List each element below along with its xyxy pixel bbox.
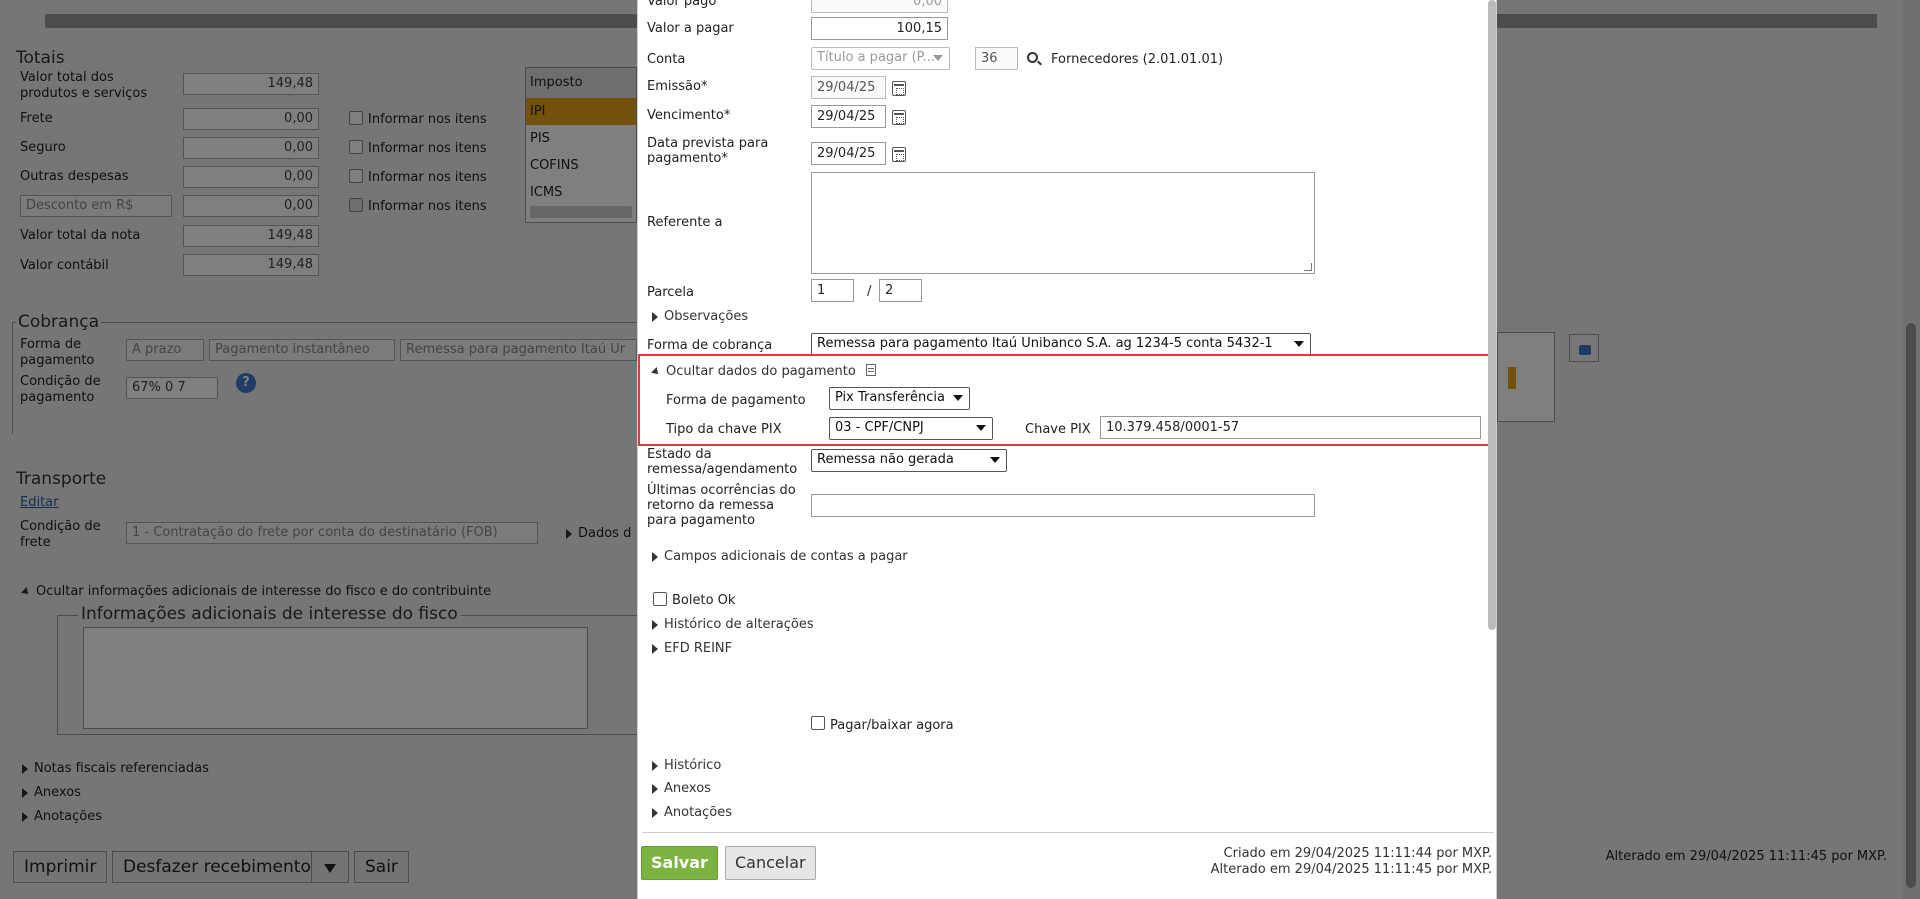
campos-adicionais-label: Campos adicionais de contas a pagar xyxy=(664,549,908,564)
valor-pago-input[interactable]: 0,00 xyxy=(811,0,948,13)
emissao-input[interactable]: 29/04/25 xyxy=(811,76,886,99)
parcela-label: Parcela xyxy=(647,285,695,300)
emissao-label: Emissão* xyxy=(647,79,708,94)
footer-divider xyxy=(642,832,1494,833)
expand-icon xyxy=(652,311,658,322)
chevron-down-icon xyxy=(976,425,986,431)
ultimas-ocorrencias-input[interactable] xyxy=(811,494,1315,517)
referente-textarea[interactable] xyxy=(811,172,1315,274)
search-icon[interactable] xyxy=(1027,52,1038,63)
efd-reinf-label: EFD REINF xyxy=(664,641,733,656)
campos-adicionais-toggle[interactable]: Campos adicionais de contas a pagar xyxy=(652,549,908,564)
valor-pago-label: Valor pago xyxy=(647,0,717,9)
valor-a-pagar-label: Valor a pagar xyxy=(647,21,734,36)
anotacoes-toggle[interactable]: Anotações xyxy=(652,805,732,820)
tipo-chave-select[interactable]: 03 - CPF/CNPJ xyxy=(829,417,993,440)
tipo-chave-label: Tipo da chave PIX xyxy=(666,422,782,437)
pagar-agora-label: Pagar/baixar agora xyxy=(830,718,954,733)
efd-reinf-toggle[interactable]: EFD REINF xyxy=(652,641,732,656)
data-prevista-label: Data prevista para pagamento* xyxy=(647,136,769,166)
collapse-icon xyxy=(651,366,661,377)
chevron-down-icon xyxy=(933,55,943,61)
expand-icon xyxy=(652,619,658,630)
historico-label: Histórico xyxy=(664,758,722,773)
created-audit: Criado em 29/04/2025 11:11:44 por MXP. xyxy=(1223,846,1492,861)
expand-icon xyxy=(652,783,658,794)
observacoes-label: Observações xyxy=(664,309,749,324)
chave-pix-label: Chave PIX xyxy=(1025,422,1091,437)
pagar-agora-checkbox[interactable] xyxy=(811,716,825,730)
historico-alteracoes-toggle[interactable]: Histórico de alterações xyxy=(652,617,814,632)
conta-description: Fornecedores (2.01.01.01) xyxy=(1051,52,1224,67)
historico-toggle[interactable]: Histórico xyxy=(652,758,721,773)
conta-number-input[interactable]: 36 xyxy=(975,47,1018,70)
parcela-total-input[interactable]: 2 xyxy=(879,279,922,302)
ocultar-dados-label: Ocultar dados do pagamento xyxy=(666,364,856,379)
forma-cobranca-value: Remessa para pagamento Itaú Unibanco S.A… xyxy=(817,336,1273,351)
conta-select-value: Título a pagar (P... xyxy=(817,50,935,65)
forma-pagamento-select[interactable]: Pix Transferência xyxy=(829,387,970,410)
calendar-icon[interactable] xyxy=(892,110,906,125)
conta-select[interactable]: Título a pagar (P... xyxy=(811,47,950,70)
estado-remessa-select[interactable]: Remessa não gerada xyxy=(811,449,1007,472)
chave-pix-input[interactable]: 10.379.458/0001-57 xyxy=(1100,416,1481,439)
ultimas-ocorrencias-label: Últimas ocorrências do retorno da remess… xyxy=(647,483,796,528)
boleto-ok-label: Boleto Ok xyxy=(672,593,736,608)
historico-alteracoes-label: Histórico de alterações xyxy=(664,617,814,632)
boleto-ok-checkbox[interactable] xyxy=(653,592,667,606)
forma-pagamento-value: Pix Transferência xyxy=(835,390,945,405)
tipo-chave-value: 03 - CPF/CNPJ xyxy=(835,420,924,435)
parcela-number-input[interactable]: 1 xyxy=(811,279,854,302)
anexos-toggle[interactable]: Anexos xyxy=(652,781,711,796)
payment-modal: Valor pago 0,00 Valor a pagar 100,15 Con… xyxy=(637,0,1497,899)
referente-label: Referente a xyxy=(647,215,723,230)
anexos-label: Anexos xyxy=(664,781,711,796)
estado-remessa-label: Estado da remessa/agendamento xyxy=(647,447,798,477)
forma-pagamento-label: Forma de pagamento xyxy=(666,393,806,408)
anotacoes-label: Anotações xyxy=(664,805,733,820)
conta-label: Conta xyxy=(647,52,686,67)
parcela-separator: / xyxy=(867,284,872,299)
expand-icon xyxy=(652,551,658,562)
expand-icon xyxy=(652,807,658,818)
modal-scrollbar[interactable] xyxy=(1488,0,1496,630)
valor-a-pagar-input[interactable]: 100,15 xyxy=(811,17,948,40)
calendar-icon[interactable] xyxy=(892,147,906,162)
vencimento-label: Vencimento* xyxy=(647,108,731,123)
chevron-down-icon xyxy=(1294,341,1304,347)
ocultar-dados-toggle[interactable]: Ocultar dados do pagamento xyxy=(651,364,856,379)
data-prevista-input[interactable]: 29/04/25 xyxy=(811,142,886,165)
forma-cobranca-select[interactable]: Remessa para pagamento Itaú Unibanco S.A… xyxy=(811,333,1311,356)
chevron-down-icon xyxy=(953,395,963,401)
calendar-icon[interactable] xyxy=(892,81,906,96)
forma-cobranca-label: Forma de cobrança xyxy=(647,338,773,353)
resize-handle-icon[interactable] xyxy=(1304,263,1312,271)
save-button[interactable]: Salvar xyxy=(641,846,718,880)
expand-icon xyxy=(652,760,658,771)
estado-remessa-value: Remessa não gerada xyxy=(817,452,954,467)
chevron-down-icon xyxy=(990,457,1000,463)
vencimento-input[interactable]: 29/04/25 xyxy=(811,105,886,128)
cancel-button[interactable]: Cancelar xyxy=(725,846,816,880)
altered-audit: Alterado em 29/04/2025 11:11:45 por MXP. xyxy=(1210,862,1492,877)
observacoes-toggle[interactable]: Observações xyxy=(652,309,748,324)
document-icon[interactable] xyxy=(866,364,876,376)
expand-icon xyxy=(652,643,658,654)
